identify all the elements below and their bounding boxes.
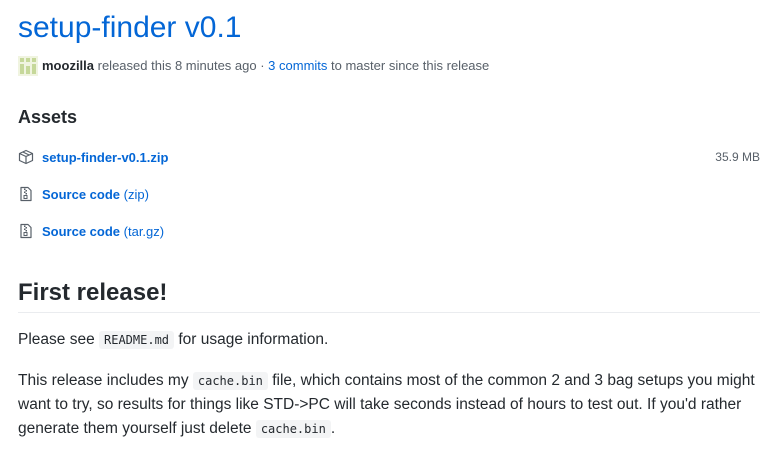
asset-name[interactable]: setup-finder-v0.1.zip — [42, 150, 168, 165]
asset-name-text[interactable]: Source code — [42, 187, 120, 202]
asset-name-text[interactable]: setup-finder-v0.1.zip — [42, 150, 168, 165]
inline-code-readme: README.md — [99, 331, 175, 349]
assets-heading: Assets — [18, 107, 78, 127]
package-icon — [18, 149, 34, 165]
asset-row-zip[interactable]: setup-finder-v0.1.zip 35.9 MB — [18, 146, 760, 168]
asset-size: 35.9 MB — [715, 150, 760, 164]
para1-text-after: for usage information. — [174, 331, 329, 348]
asset-format[interactable]: (zip) — [120, 187, 149, 202]
asset-name[interactable]: Source code (tar.gz) — [42, 224, 164, 239]
release-meta: moozilla released this 8 minutes ago · 3… — [18, 56, 489, 76]
commits-link[interactable]: 3 commits — [268, 56, 327, 76]
avatar[interactable] — [18, 56, 38, 76]
release-title[interactable]: setup-finder v0.1 — [18, 8, 241, 48]
para2-text-before: This release includes my — [18, 372, 193, 389]
para1-text-before: Please see — [18, 331, 99, 348]
asset-name[interactable]: Source code (zip) — [42, 187, 149, 202]
release-notes-heading: First release! — [18, 278, 760, 313]
asset-format[interactable]: (tar.gz) — [120, 224, 164, 239]
para2-text-after: . — [330, 420, 336, 437]
release-notes-paragraph-1: Please see README.md for usage informati… — [18, 328, 760, 352]
inline-code-cache-bin: cache.bin — [255, 420, 331, 438]
asset-row-source-zip[interactable]: Source code (zip) — [18, 183, 760, 205]
commits-suffix: to master since this release — [327, 58, 490, 73]
asset-row-source-targz[interactable]: Source code (tar.gz) — [18, 220, 760, 242]
inline-code-cache-bin: cache.bin — [192, 372, 268, 390]
asset-name-text[interactable]: Source code — [42, 224, 120, 239]
released-text: released this 8 minutes ago · — [94, 58, 269, 73]
file-zip-icon — [20, 223, 32, 239]
file-zip-icon — [20, 186, 32, 202]
release-notes-paragraph-2: This release includes my cache.bin file,… — [18, 369, 760, 441]
release-title-text[interactable]: setup-finder v0.1 — [18, 11, 241, 44]
author-link[interactable]: moozilla — [42, 56, 94, 76]
